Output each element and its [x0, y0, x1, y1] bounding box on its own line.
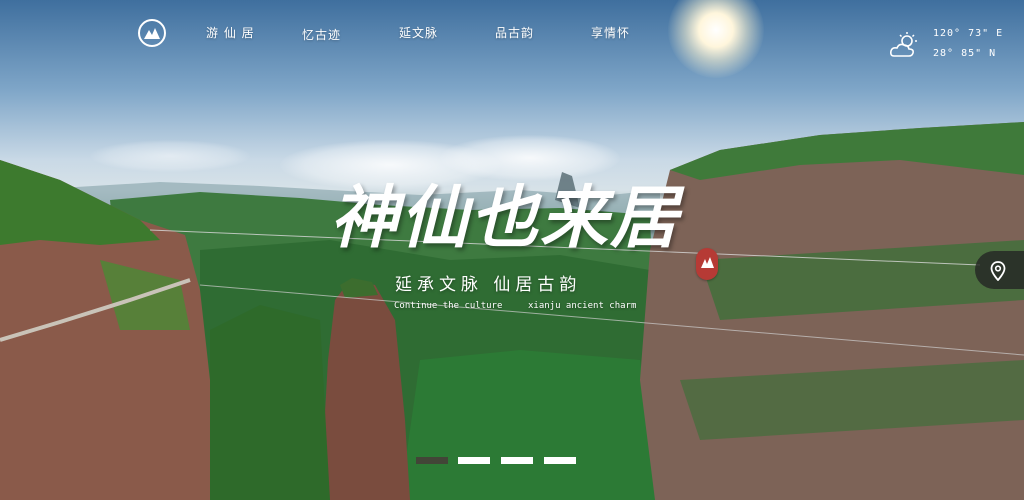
latitude-text: 28° 85" N — [933, 48, 997, 59]
mountain-logo-icon[interactable] — [138, 19, 166, 47]
hero-title: 神仙也来居 — [330, 178, 681, 258]
carousel-dot-1[interactable] — [416, 457, 448, 464]
carousel-dot-4[interactable] — [544, 457, 576, 464]
nav-item-yan-wen-mai[interactable]: 延文脉 — [399, 24, 438, 41]
location-pin-icon — [990, 261, 1006, 281]
nav-item-pin-gu-yun[interactable]: 品古韵 — [495, 24, 534, 41]
carousel-dot-2[interactable] — [458, 457, 490, 464]
nav-item-yi-gu-ji[interactable]: 忆古迹 — [302, 26, 341, 43]
hero-subtitle: 延承文脉 仙居古韵 — [395, 275, 582, 295]
red-seal-icon — [696, 248, 718, 280]
partly-sunny-icon — [890, 32, 920, 62]
hero-subtitle-en-left: Continue the culture — [394, 301, 503, 311]
longitude-text: 120° 73" E — [933, 28, 1004, 39]
hero-subtitle-en-right: xianju ancient charm — [528, 301, 637, 311]
location-button[interactable] — [975, 251, 1024, 289]
nav-item-you-xianju[interactable]: 游 仙 居 — [206, 24, 255, 41]
nav-item-xiang-qing-huai[interactable]: 享情怀 — [591, 24, 630, 41]
carousel-dot-3[interactable] — [501, 457, 533, 464]
